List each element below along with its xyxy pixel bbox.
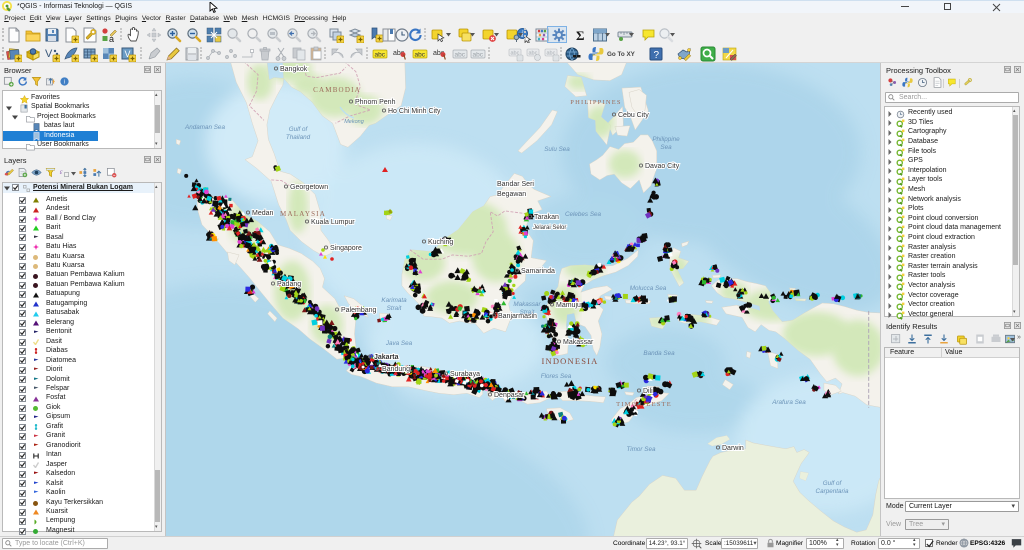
svg-text:Gulf of: Gulf of	[823, 480, 843, 487]
svg-text:Arafura Sea: Arafura Sea	[771, 399, 806, 406]
svg-text:Makassar: Makassar	[563, 339, 594, 346]
svg-text:Sea: Sea	[660, 144, 672, 151]
svg-text:Denpasar: Denpasar	[494, 392, 525, 399]
svg-text:Bangkok: Bangkok	[280, 66, 308, 73]
svg-text:Medan: Medan	[252, 210, 274, 217]
svg-text:Davao City: Davao City	[645, 163, 680, 170]
svg-text:Dili: Dili	[643, 388, 653, 395]
svg-text:Samarinda: Samarinda	[521, 268, 555, 275]
svg-text:Carpentaria: Carpentaria	[816, 488, 849, 495]
svg-text:Palembang: Palembang	[341, 307, 377, 314]
svg-text:abc: abc	[375, 52, 386, 59]
svg-text:abc: abc	[455, 52, 466, 59]
svg-text:Timor Sea: Timor Sea	[627, 446, 656, 453]
svg-text:Begawan: Begawan	[497, 191, 526, 198]
svg-text:Surabaya: Surabaya	[450, 371, 480, 378]
svg-text:Makassar: Makassar	[513, 301, 541, 308]
svg-text:CAMBODIA: CAMBODIA	[313, 86, 361, 94]
svg-text:Kuching: Kuching	[428, 239, 453, 246]
svg-text:Strait: Strait	[520, 309, 535, 316]
svg-text:Padang: Padang	[277, 281, 301, 288]
svg-text:Phnom Penh: Phnom Penh	[355, 99, 396, 106]
svg-text:abc: abc	[473, 52, 484, 59]
svg-text:TIMOR-LESTE: TIMOR-LESTE	[616, 401, 672, 408]
svg-text:Thailand: Thailand	[286, 134, 311, 141]
svg-text:Mamuju: Mamuju	[556, 302, 581, 309]
svg-text:?: ?	[654, 50, 660, 61]
svg-text:Celebes Sea: Celebes Sea	[565, 211, 602, 218]
svg-text:Java Sea: Java Sea	[385, 340, 413, 347]
svg-text:Darwin: Darwin	[722, 445, 744, 452]
svg-text:Cebu City: Cebu City	[618, 112, 649, 119]
svg-text:Singapore: Singapore	[330, 245, 362, 252]
svg-text:Bandar Seri: Bandar Seri	[497, 181, 534, 188]
svg-text:Gulf of: Gulf of	[289, 126, 309, 133]
svg-text:Banda Sea: Banda Sea	[643, 350, 675, 357]
svg-text:Georgetown: Georgetown	[290, 184, 328, 191]
svg-text:Philippine: Philippine	[652, 136, 680, 143]
svg-text:Strait: Strait	[387, 305, 402, 312]
svg-text:Jelarai Selor: Jelarai Selor	[533, 225, 566, 231]
svg-text:i: i	[63, 79, 65, 86]
svg-text:INDONESIA: INDONESIA	[541, 356, 598, 366]
svg-text:V: V	[45, 48, 53, 60]
svg-text:MALAYSIA: MALAYSIA	[280, 210, 326, 218]
svg-text:Kuala Lumpur: Kuala Lumpur	[311, 219, 355, 226]
svg-text:PHILIPPINES: PHILIPPINES	[570, 99, 621, 106]
svg-text:Σ: Σ	[576, 28, 585, 43]
svg-text:Mekong: Mekong	[344, 119, 365, 125]
svg-text:ε: ε	[60, 169, 63, 176]
svg-text:Andaman Sea: Andaman Sea	[184, 124, 225, 131]
svg-text:Molucca Sea: Molucca Sea	[630, 285, 667, 292]
svg-text:Bandung: Bandung	[382, 366, 410, 373]
svg-text:Ho Chi Minh City: Ho Chi Minh City	[388, 108, 441, 115]
svg-text:Tarakan: Tarakan	[534, 214, 559, 221]
svg-text:Sulu Sea: Sulu Sea	[544, 146, 570, 153]
svg-text:abc: abc	[415, 52, 426, 59]
svg-text:Jakarta: Jakarta	[374, 354, 399, 361]
svg-text:Karimata: Karimata	[381, 297, 407, 304]
svg-text:Flores Sea: Flores Sea	[541, 373, 572, 380]
